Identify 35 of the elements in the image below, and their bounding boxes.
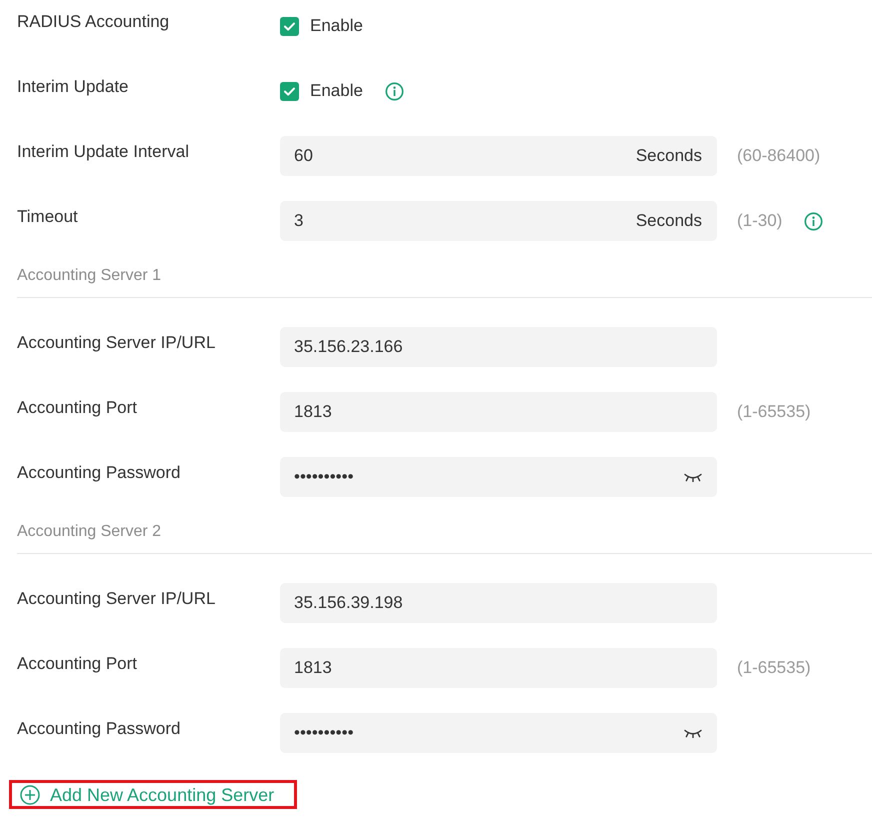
field-label: Timeout	[17, 207, 79, 227]
field-label: Accounting Password	[17, 719, 182, 739]
checkbox-label[interactable]: Enable	[310, 16, 363, 36]
eye-closed-icon[interactable]	[684, 728, 702, 738]
section-heading: Accounting Server 2	[17, 522, 872, 554]
text-field[interactable]: 1813	[280, 392, 717, 432]
eye-closed-icon[interactable]	[684, 472, 702, 482]
section-heading: Accounting Server 1	[17, 266, 872, 298]
field-label: Interim Update	[17, 77, 130, 97]
password-field[interactable]: ••••••••••	[280, 713, 717, 753]
checkbox[interactable]	[280, 16, 299, 36]
text-field[interactable]: 1813	[280, 648, 717, 688]
number-field[interactable]: 3 Seconds	[280, 201, 717, 241]
field-label: Accounting Password	[17, 463, 182, 483]
field-label: Interim Update Interval	[17, 142, 190, 162]
checkbox-label[interactable]: Enable	[310, 81, 363, 101]
field-label: Accounting Server IP/URL	[17, 333, 216, 353]
password-field[interactable]: ••••••••••	[280, 457, 717, 497]
unit-label: Seconds	[636, 146, 702, 166]
number-field[interactable]: 60 Seconds	[280, 136, 717, 176]
field-label: Accounting Server IP/URL	[17, 589, 216, 609]
text-field[interactable]: 35.156.39.198	[280, 583, 717, 623]
range-hint: (1-30)	[737, 211, 782, 231]
unit-label: Seconds	[636, 211, 702, 231]
field-label: RADIUS Accounting	[17, 12, 170, 32]
plus-circle-icon	[20, 784, 40, 804]
range-hint: (60-86400)	[737, 146, 820, 166]
range-hint: (1-65535)	[737, 658, 811, 678]
text-field[interactable]: 35.156.23.166	[280, 327, 717, 367]
checkbox[interactable]	[280, 82, 299, 100]
field-label: Accounting Port	[17, 654, 138, 674]
info-icon[interactable]	[804, 212, 824, 230]
field-label: Accounting Port	[17, 398, 138, 418]
range-hint: (1-65535)	[737, 402, 811, 422]
info-icon[interactable]	[384, 82, 404, 100]
